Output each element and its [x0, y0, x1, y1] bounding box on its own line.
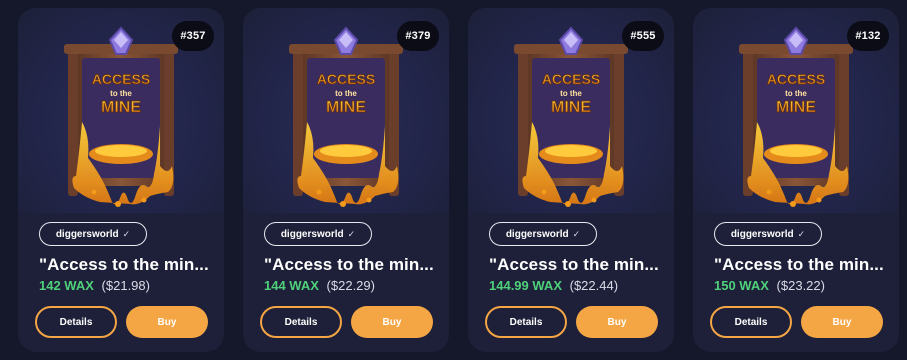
art-title-line-2: to the — [335, 89, 357, 98]
collection-name: diggersworld — [505, 228, 569, 240]
access-to-the-mine-artwork: ACCESS to the MINE — [289, 26, 403, 207]
collection-link[interactable]: diggersworld ✓ — [39, 222, 147, 246]
art-title-line-3: MINE — [551, 99, 591, 116]
price-row: 142 WAX ($21.98) — [39, 278, 150, 293]
details-button[interactable]: Details — [35, 306, 117, 338]
collection-name: diggersworld — [730, 228, 794, 240]
collection-link[interactable]: diggersworld ✓ — [714, 222, 822, 246]
price-row: 150 WAX ($23.22) — [714, 278, 825, 293]
nft-image[interactable]: ACCESS to the MINE #379 — [243, 8, 449, 213]
nft-image[interactable]: ACCESS to the MINE #357 — [18, 8, 224, 213]
access-to-the-mine-artwork: ACCESS to the MINE — [64, 26, 178, 207]
card-title[interactable]: "Access to the min... — [264, 255, 444, 275]
card-title[interactable]: "Access to the min... — [39, 255, 219, 275]
checkmark-icon: ✓ — [122, 228, 131, 239]
price-usd: ($22.29) — [326, 278, 375, 293]
price-row: 144.99 WAX ($22.44) — [489, 278, 618, 293]
price-wax: 144.99 WAX — [489, 278, 562, 293]
nft-card-grid: ACCESS to the MINE #357 diggersworld ✓ "… — [0, 0, 907, 360]
nft-card[interactable]: ACCESS to the MINE #132 diggersworld ✓ "… — [693, 8, 899, 352]
nft-card[interactable]: ACCESS to the MINE #357 diggersworld ✓ "… — [18, 8, 224, 352]
mint-number-badge: #379 — [397, 21, 439, 51]
price-wax: 150 WAX — [714, 278, 769, 293]
mint-number-badge: #132 — [847, 21, 889, 51]
buy-button[interactable]: Buy — [801, 306, 883, 338]
nft-card[interactable]: ACCESS to the MINE #379 diggersworld ✓ "… — [243, 8, 449, 352]
buy-button[interactable]: Buy — [576, 306, 658, 338]
art-title-line-2: to the — [560, 89, 582, 98]
art-title-line-3: MINE — [326, 99, 366, 116]
price-row: 144 WAX ($22.29) — [264, 278, 375, 293]
access-to-the-mine-artwork: ACCESS to the MINE — [739, 26, 853, 207]
price-usd: ($23.22) — [776, 278, 825, 293]
access-to-the-mine-artwork: ACCESS to the MINE — [514, 26, 628, 207]
card-title[interactable]: "Access to the min... — [489, 255, 669, 275]
checkmark-icon: ✓ — [797, 228, 806, 239]
art-title-line-3: MINE — [776, 99, 816, 116]
buy-button[interactable]: Buy — [126, 306, 208, 338]
checkmark-icon: ✓ — [572, 228, 581, 239]
details-button[interactable]: Details — [260, 306, 342, 338]
price-wax: 142 WAX — [39, 278, 94, 293]
nft-image[interactable]: ACCESS to the MINE #555 — [468, 8, 674, 213]
price-usd: ($21.98) — [101, 278, 150, 293]
buy-button[interactable]: Buy — [351, 306, 433, 338]
collection-link[interactable]: diggersworld ✓ — [264, 222, 372, 246]
nft-card[interactable]: ACCESS to the MINE #555 diggersworld ✓ "… — [468, 8, 674, 352]
mint-number-badge: #357 — [172, 21, 214, 51]
checkmark-icon: ✓ — [347, 228, 356, 239]
art-title-line-3: MINE — [101, 99, 141, 116]
collection-name: diggersworld — [280, 228, 344, 240]
collection-name: diggersworld — [55, 228, 119, 240]
details-button[interactable]: Details — [710, 306, 792, 338]
nft-image[interactable]: ACCESS to the MINE #132 — [693, 8, 899, 213]
art-title-line-2: to the — [110, 89, 132, 98]
details-button[interactable]: Details — [485, 306, 567, 338]
mint-number-badge: #555 — [622, 21, 664, 51]
art-title-line-1: ACCESS — [317, 71, 375, 87]
art-title-line-1: ACCESS — [542, 71, 600, 87]
collection-link[interactable]: diggersworld ✓ — [489, 222, 597, 246]
art-title-line-2: to the — [785, 89, 807, 98]
card-title[interactable]: "Access to the min... — [714, 255, 894, 275]
art-title-line-1: ACCESS — [767, 71, 825, 87]
art-title-line-1: ACCESS — [92, 71, 150, 87]
price-usd: ($22.44) — [569, 278, 619, 293]
price-wax: 144 WAX — [264, 278, 319, 293]
